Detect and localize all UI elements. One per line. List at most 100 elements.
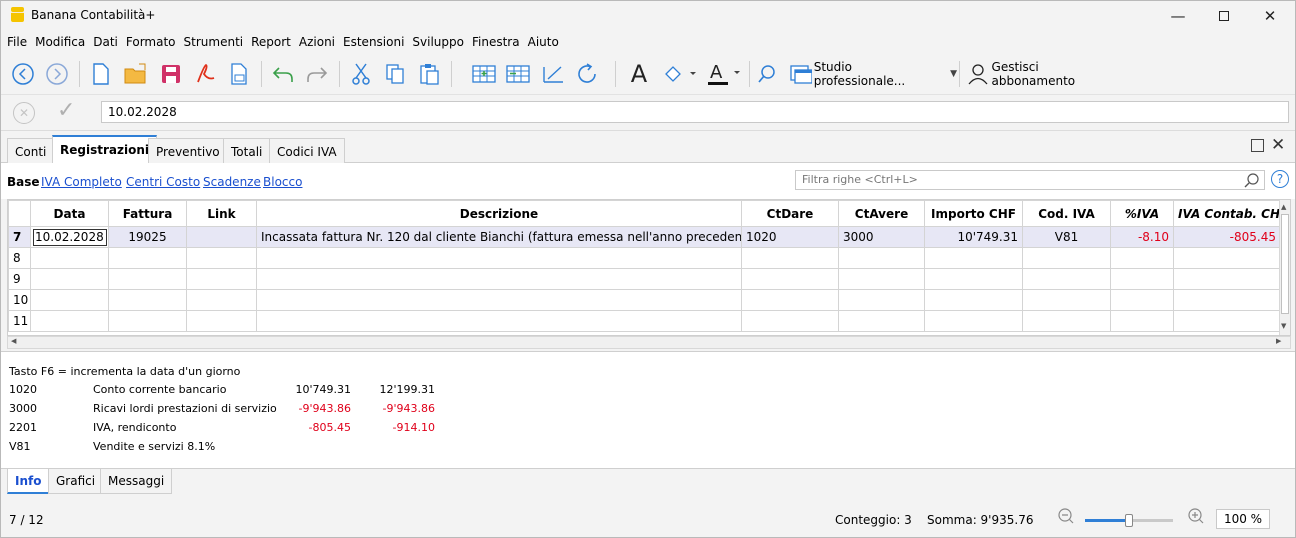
tab-info[interactable]: Info (7, 469, 50, 494)
selection-sum: Somma: 9'935.76 (927, 513, 1034, 527)
add-rows-icon[interactable] (503, 58, 533, 90)
col-header-piva[interactable]: %IVA (1110, 200, 1174, 227)
restore-window-icon[interactable] (1251, 139, 1264, 152)
close-table-icon[interactable]: ✕ (1271, 135, 1285, 155)
confirm-edit-icon[interactable]: ✓ (57, 98, 75, 123)
edit-row-icon[interactable] (539, 58, 569, 90)
vertical-scrollbar[interactable]: ▲ ▼ (1279, 200, 1290, 335)
cell-importo[interactable]: 10'749.31 (924, 226, 1023, 248)
col-header-fattura[interactable]: Fattura (108, 200, 187, 227)
cell-link[interactable] (186, 226, 257, 248)
cell-fattura[interactable]: 19025 (108, 226, 187, 248)
text-color-icon[interactable]: A (703, 58, 743, 90)
menu-file[interactable]: File (7, 35, 27, 49)
new-file-icon[interactable] (87, 58, 115, 90)
cell-piva[interactable]: -8.10 (1110, 226, 1174, 248)
tab-registrazioni[interactable]: Registrazioni (52, 135, 157, 164)
cell-editor-input[interactable]: 10.02.2028 (101, 101, 1289, 123)
col-header-codiva[interactable]: Cod. IVA (1022, 200, 1111, 227)
paste-icon[interactable] (415, 58, 443, 90)
menu-formato[interactable]: Formato (126, 35, 176, 49)
col-header-descrizione[interactable]: Descrizione (256, 200, 742, 227)
view-iva-completo[interactable]: IVA Completo (41, 175, 122, 189)
cut-icon[interactable] (347, 58, 375, 90)
table-row[interactable]: 10 (8, 289, 1281, 311)
filter-input[interactable]: Filtra righe <Ctrl+L> (795, 170, 1265, 190)
table-row[interactable]: 7 10.02.2028 19025 Incassata fattura Nr.… (8, 226, 1281, 248)
help-icon[interactable]: ? (1271, 170, 1289, 188)
col-header-ctavere[interactable]: CtAvere (838, 200, 925, 227)
fill-color-icon[interactable] (659, 58, 699, 90)
pdf-icon[interactable] (191, 58, 219, 90)
row-number: 8 (8, 247, 31, 269)
cell-ctdare[interactable]: 1020 (741, 226, 839, 248)
menu-estensioni[interactable]: Estensioni (343, 35, 404, 49)
zoom-in-icon[interactable] (1187, 507, 1205, 528)
tab-totali[interactable]: Totali (223, 138, 271, 164)
zoom-out-icon[interactable] (1057, 507, 1075, 528)
table-row[interactable]: 8 (8, 247, 1281, 269)
col-header-data[interactable]: Data (30, 200, 109, 227)
open-folder-icon[interactable] (121, 58, 151, 90)
menu-report[interactable]: Report (251, 35, 291, 49)
tab-codici-iva[interactable]: Codici IVA (269, 138, 345, 164)
cell-ivacontab[interactable]: -805.45 (1173, 226, 1281, 248)
tab-conti[interactable]: Conti (7, 138, 55, 164)
maximize-icon[interactable] (1201, 1, 1247, 31)
tab-preventivo[interactable]: Preventivo (148, 138, 228, 164)
menu-modifica[interactable]: Modifica (35, 35, 85, 49)
filter-search-icon[interactable] (1243, 172, 1261, 191)
recalculate-icon[interactable] (573, 58, 603, 90)
print-preview-icon[interactable] (225, 58, 253, 90)
save-icon[interactable] (157, 58, 185, 90)
app-logo-icon (11, 7, 24, 12)
search-icon[interactable] (753, 58, 781, 90)
menu-finestra[interactable]: Finestra (472, 35, 520, 49)
file-select-dropdown[interactable]: Studio professionale... ▼ (789, 58, 957, 90)
menu-sviluppo[interactable]: Sviluppo (412, 35, 464, 49)
view-base[interactable]: Base (7, 175, 40, 189)
menu-strumenti[interactable]: Strumenti (184, 35, 244, 49)
close-icon[interactable]: ✕ (1247, 1, 1293, 31)
undo-icon[interactable] (269, 58, 297, 90)
bottom-tabs: Info Grafici Messaggi (1, 468, 1295, 496)
info-hint: Tasto F6 = incrementa la data d'un giorn… (9, 365, 241, 378)
user-icon (968, 64, 988, 85)
font-icon[interactable]: A (625, 58, 653, 90)
tab-messaggi[interactable]: Messaggi (100, 469, 173, 494)
menu-aiuto[interactable]: Aiuto (528, 35, 559, 49)
copy-icon[interactable] (381, 58, 409, 90)
col-header-ctdare[interactable]: CtDare (741, 200, 839, 227)
minimize-icon[interactable]: — (1155, 1, 1201, 31)
table-row[interactable]: 11 (8, 310, 1281, 332)
redo-icon[interactable] (303, 58, 331, 90)
cancel-edit-icon[interactable]: ✕ (13, 102, 35, 124)
info-account-code: V81 (9, 440, 31, 453)
zoom-slider[interactable] (1085, 514, 1173, 527)
cell-data[interactable]: 10.02.2028 (30, 226, 109, 248)
cell-descrizione[interactable]: Incassata fattura Nr. 120 dal cliente Bi… (256, 226, 742, 248)
cell-ctavere[interactable]: 3000 (838, 226, 925, 248)
cell-codiva[interactable]: V81 (1022, 226, 1111, 248)
view-centri-costo[interactable]: Centri Costo (126, 175, 200, 189)
col-header-ivacontab[interactable]: IVA Contab. CHF (1173, 200, 1281, 227)
table-header-row: Data Fattura Link Descrizione CtDare CtA… (8, 200, 1281, 227)
menu-azioni[interactable]: Azioni (299, 35, 335, 49)
back-icon[interactable] (9, 58, 37, 90)
table-row[interactable]: 9 (8, 268, 1281, 290)
window-title: Banana Contabilità+ (31, 8, 156, 22)
subscription-button[interactable]: Gestisci abbonamento (967, 58, 1117, 90)
menu-dati[interactable]: Dati (93, 35, 118, 49)
col-header-link[interactable]: Link (186, 200, 257, 227)
insert-rows-icon[interactable] (469, 58, 499, 90)
title-bar: Banana Contabilità+ — ✕ (1, 1, 1295, 31)
horizontal-scrollbar[interactable]: ◀ ▶ (7, 336, 1291, 349)
tab-grafici[interactable]: Grafici (48, 469, 104, 494)
col-header-importo[interactable]: Importo CHF (924, 200, 1023, 227)
zoom-level[interactable]: 100 % (1216, 509, 1270, 529)
view-blocco[interactable]: Blocco (263, 175, 302, 189)
view-scadenze[interactable]: Scadenze (203, 175, 261, 189)
zoom-slider-thumb[interactable] (1125, 514, 1133, 527)
forward-icon[interactable] (43, 58, 71, 90)
row-position: 7 / 12 (9, 513, 44, 527)
